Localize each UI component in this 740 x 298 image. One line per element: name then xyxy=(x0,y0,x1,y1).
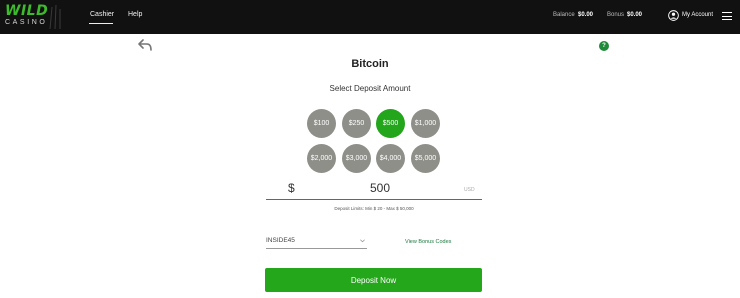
bonus-value: $0.00 xyxy=(627,12,643,18)
hamburger-menu-icon[interactable] xyxy=(722,12,732,20)
logo-wordmark: WILD xyxy=(5,3,49,19)
amount-option[interactable]: $1,000 xyxy=(411,109,440,138)
promo-field-underline xyxy=(266,248,367,249)
bonus-label: Bonus xyxy=(607,12,625,18)
question-icon[interactable]: ? xyxy=(599,41,609,51)
wild-casino-logo[interactable]: WILD CASINO xyxy=(3,3,65,31)
nav-cashier[interactable]: Cashier xyxy=(90,11,114,18)
amount-option[interactable]: $3,000 xyxy=(342,144,371,173)
amount-option[interactable]: $100 xyxy=(307,109,336,138)
amount-option[interactable]: $4,000 xyxy=(376,144,405,173)
back-arrow-icon[interactable] xyxy=(138,39,152,51)
amount-option[interactable]: $2,000 xyxy=(307,144,336,173)
chevron-down-icon xyxy=(360,239,365,243)
my-account-link[interactable]: My Account xyxy=(682,12,713,18)
deposit-amount-input[interactable] xyxy=(300,180,460,196)
currency-code: USD xyxy=(464,187,475,193)
view-bonus-codes-link[interactable]: View Bonus Codes xyxy=(405,239,451,245)
balance-value: $0.00 xyxy=(578,12,594,18)
promo-code-select[interactable]: INSIDE45 xyxy=(266,236,367,249)
amount-option-selected[interactable]: $500 xyxy=(376,109,405,138)
balance-label: Balance xyxy=(553,12,575,18)
amount-field-underline xyxy=(266,199,482,200)
amount-option[interactable]: $250 xyxy=(342,109,371,138)
currency-symbol: $ xyxy=(288,181,295,195)
amount-option[interactable]: $5,000 xyxy=(411,144,440,173)
logo-subtitle: CASINO xyxy=(5,19,48,26)
logo-stripes-icon xyxy=(49,5,61,29)
user-circle-icon[interactable] xyxy=(668,10,679,21)
deposit-limits-text: Deposit Limits: Min $ 20 - Max $ 50,000 xyxy=(334,206,414,211)
active-tab-indicator xyxy=(89,23,113,24)
page-title: Bitcoin xyxy=(351,58,389,70)
promo-code-value: INSIDE45 xyxy=(266,237,295,244)
top-navigation-bar: WILD CASINO Cashier Help Balance $0.00 B… xyxy=(0,0,740,34)
page-subtitle: Select Deposit Amount xyxy=(329,84,411,93)
nav-help[interactable]: Help xyxy=(128,11,142,18)
deposit-now-button[interactable]: Deposit Now xyxy=(265,268,482,292)
